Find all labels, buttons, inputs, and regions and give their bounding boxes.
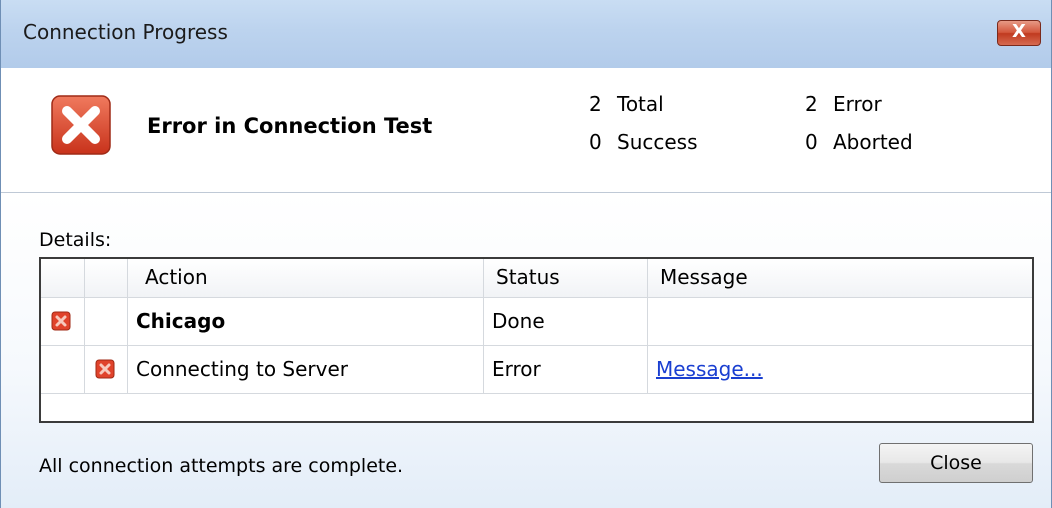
grid-header: Action Status Message — [41, 259, 1032, 298]
row-action: Chicago — [128, 298, 484, 345]
summary-panel: Error in Connection Test 2 Total 0 Success… — [1, 68, 1051, 193]
stat-success-label: Success — [617, 130, 698, 154]
window-close-button[interactable]: X — [997, 20, 1041, 46]
column-header-status[interactable]: Status — [484, 259, 648, 297]
error-icon — [51, 311, 71, 331]
row-action: Connecting to Server — [128, 346, 484, 393]
connection-progress-dialog: Connection Progress X Error in Connectio… — [0, 0, 1052, 508]
stat-error-count: 2 — [805, 92, 818, 116]
title-bar[interactable]: Connection Progress X — [1, 0, 1051, 68]
stat-total: 2 Total — [589, 92, 664, 116]
row-icon-cell — [41, 298, 85, 345]
column-header-action[interactable]: Action — [128, 259, 484, 297]
row-subicon-cell — [85, 298, 128, 345]
stat-error: 2 Error — [805, 92, 882, 116]
stat-success-count: 0 — [589, 130, 602, 154]
stat-success: 0 Success — [589, 130, 698, 154]
column-header-subicon[interactable] — [85, 259, 128, 297]
column-header-message[interactable]: Message — [648, 259, 1032, 297]
stat-total-label: Total — [617, 92, 664, 116]
row-status: Error — [484, 346, 648, 393]
result-title: Error in Connection Test — [147, 114, 433, 138]
table-row[interactable]: Connecting to Server Error Message... — [41, 346, 1032, 394]
stat-total-count: 2 — [589, 92, 602, 116]
error-icon — [95, 359, 115, 379]
details-panel: Details: Action Status Message Chicago D… — [1, 193, 1051, 508]
window-title: Connection Progress — [23, 20, 228, 44]
details-grid[interactable]: Action Status Message Chicago Done Conne… — [39, 257, 1034, 423]
row-subicon-cell — [85, 346, 128, 393]
stat-aborted-count: 0 — [805, 130, 818, 154]
stat-error-label: Error — [833, 92, 882, 116]
table-row[interactable]: Chicago Done — [41, 298, 1032, 346]
completion-status-text: All connection attempts are complete. — [39, 455, 404, 477]
stat-aborted-label: Aborted — [833, 130, 913, 154]
row-status: Done — [484, 298, 648, 345]
row-message-cell: Message... — [648, 346, 1032, 393]
stat-aborted: 0 Aborted — [805, 130, 913, 154]
details-label: Details: — [39, 229, 112, 251]
error-icon — [51, 95, 111, 155]
column-header-icon[interactable] — [41, 259, 85, 297]
message-link[interactable]: Message... — [656, 357, 763, 381]
close-button[interactable]: Close — [879, 443, 1033, 483]
row-icon-cell — [41, 346, 85, 393]
row-message — [648, 298, 1032, 345]
